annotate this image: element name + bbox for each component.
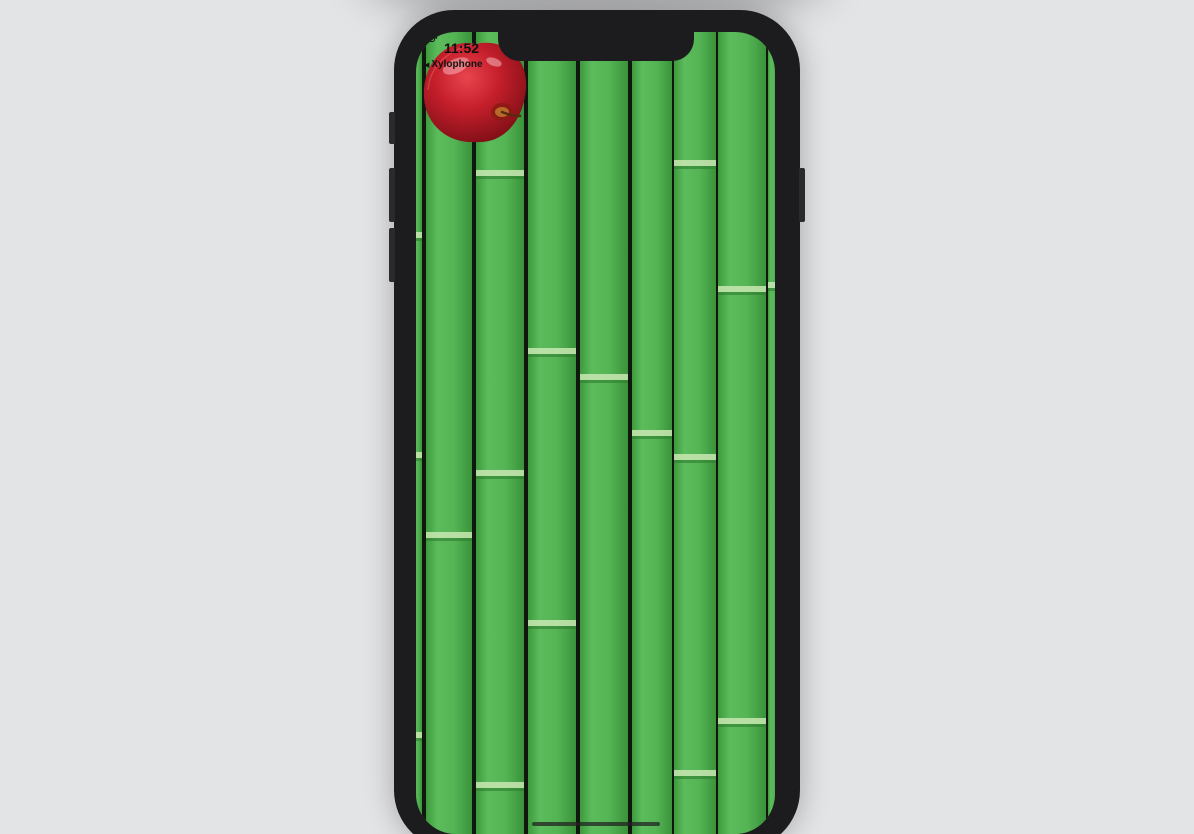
bamboo-node (718, 718, 766, 724)
bamboo-node-shadow (632, 436, 672, 439)
bamboo-node-shadow (768, 288, 775, 291)
bamboo-node-shadow (476, 176, 524, 179)
bamboo-node (476, 470, 524, 476)
simulator-window: 11:52 ◀ Xylophone (0, 0, 1194, 834)
bamboo-node-shadow (416, 458, 422, 461)
status-time: 11:52 (444, 40, 480, 56)
bamboo-node-shadow (416, 738, 422, 741)
bamboo-stalk (768, 32, 775, 834)
bamboo-node-shadow (580, 380, 628, 383)
bamboo-node (416, 452, 422, 458)
camera-notch (498, 32, 694, 61)
bamboo-node (674, 160, 716, 166)
iphone-frame: 11:52 ◀ Xylophone (389, 10, 805, 834)
bamboo-node-shadow (718, 724, 766, 727)
bamboo-stalk (476, 32, 524, 834)
bamboo-node (632, 430, 672, 436)
bamboo-node (768, 282, 775, 288)
bamboo-stalk (580, 32, 628, 834)
back-app-label: Xylophone (431, 59, 483, 70)
volume-down-button (389, 228, 395, 282)
bamboo-node-shadow (674, 460, 716, 463)
bamboo-stalk (718, 32, 766, 834)
bamboo-node-shadow (528, 354, 576, 357)
bamboo-stalk (528, 32, 576, 834)
bamboo-node-shadow (476, 788, 524, 791)
bamboo-stalk (674, 32, 716, 834)
power-button (799, 168, 805, 222)
volume-up-button (389, 168, 395, 222)
back-to-app-link[interactable]: ◀ Xylophone (424, 59, 483, 70)
bamboo-node-shadow (674, 166, 716, 169)
back-arrow-icon: ◀ (424, 61, 430, 69)
battery-icon (416, 32, 438, 42)
home-indicator[interactable] (532, 822, 660, 826)
bamboo-node (426, 532, 472, 538)
bamboo-node (674, 770, 716, 776)
bamboo-node (416, 732, 422, 738)
bamboo-node (528, 620, 576, 626)
bamboo-stalk (426, 32, 472, 834)
bamboo-node (476, 782, 524, 788)
bamboo-node-shadow (476, 476, 524, 479)
bamboo-node (476, 170, 524, 176)
silent-switch (389, 112, 395, 144)
bamboo-node-shadow (674, 776, 716, 779)
bamboo-stalk (416, 32, 422, 834)
bamboo-node (674, 454, 716, 460)
bamboo-node (528, 348, 576, 354)
bamboo-node-shadow (718, 292, 766, 295)
bamboo-node-shadow (416, 238, 422, 241)
bamboo-node-shadow (528, 626, 576, 629)
bamboo-node-shadow (426, 538, 472, 541)
bamboo-background (416, 32, 775, 834)
bamboo-node (416, 232, 422, 238)
bamboo-node (580, 374, 628, 380)
bamboo-node (718, 286, 766, 292)
phone-screen[interactable]: 11:52 ◀ Xylophone (416, 32, 775, 834)
